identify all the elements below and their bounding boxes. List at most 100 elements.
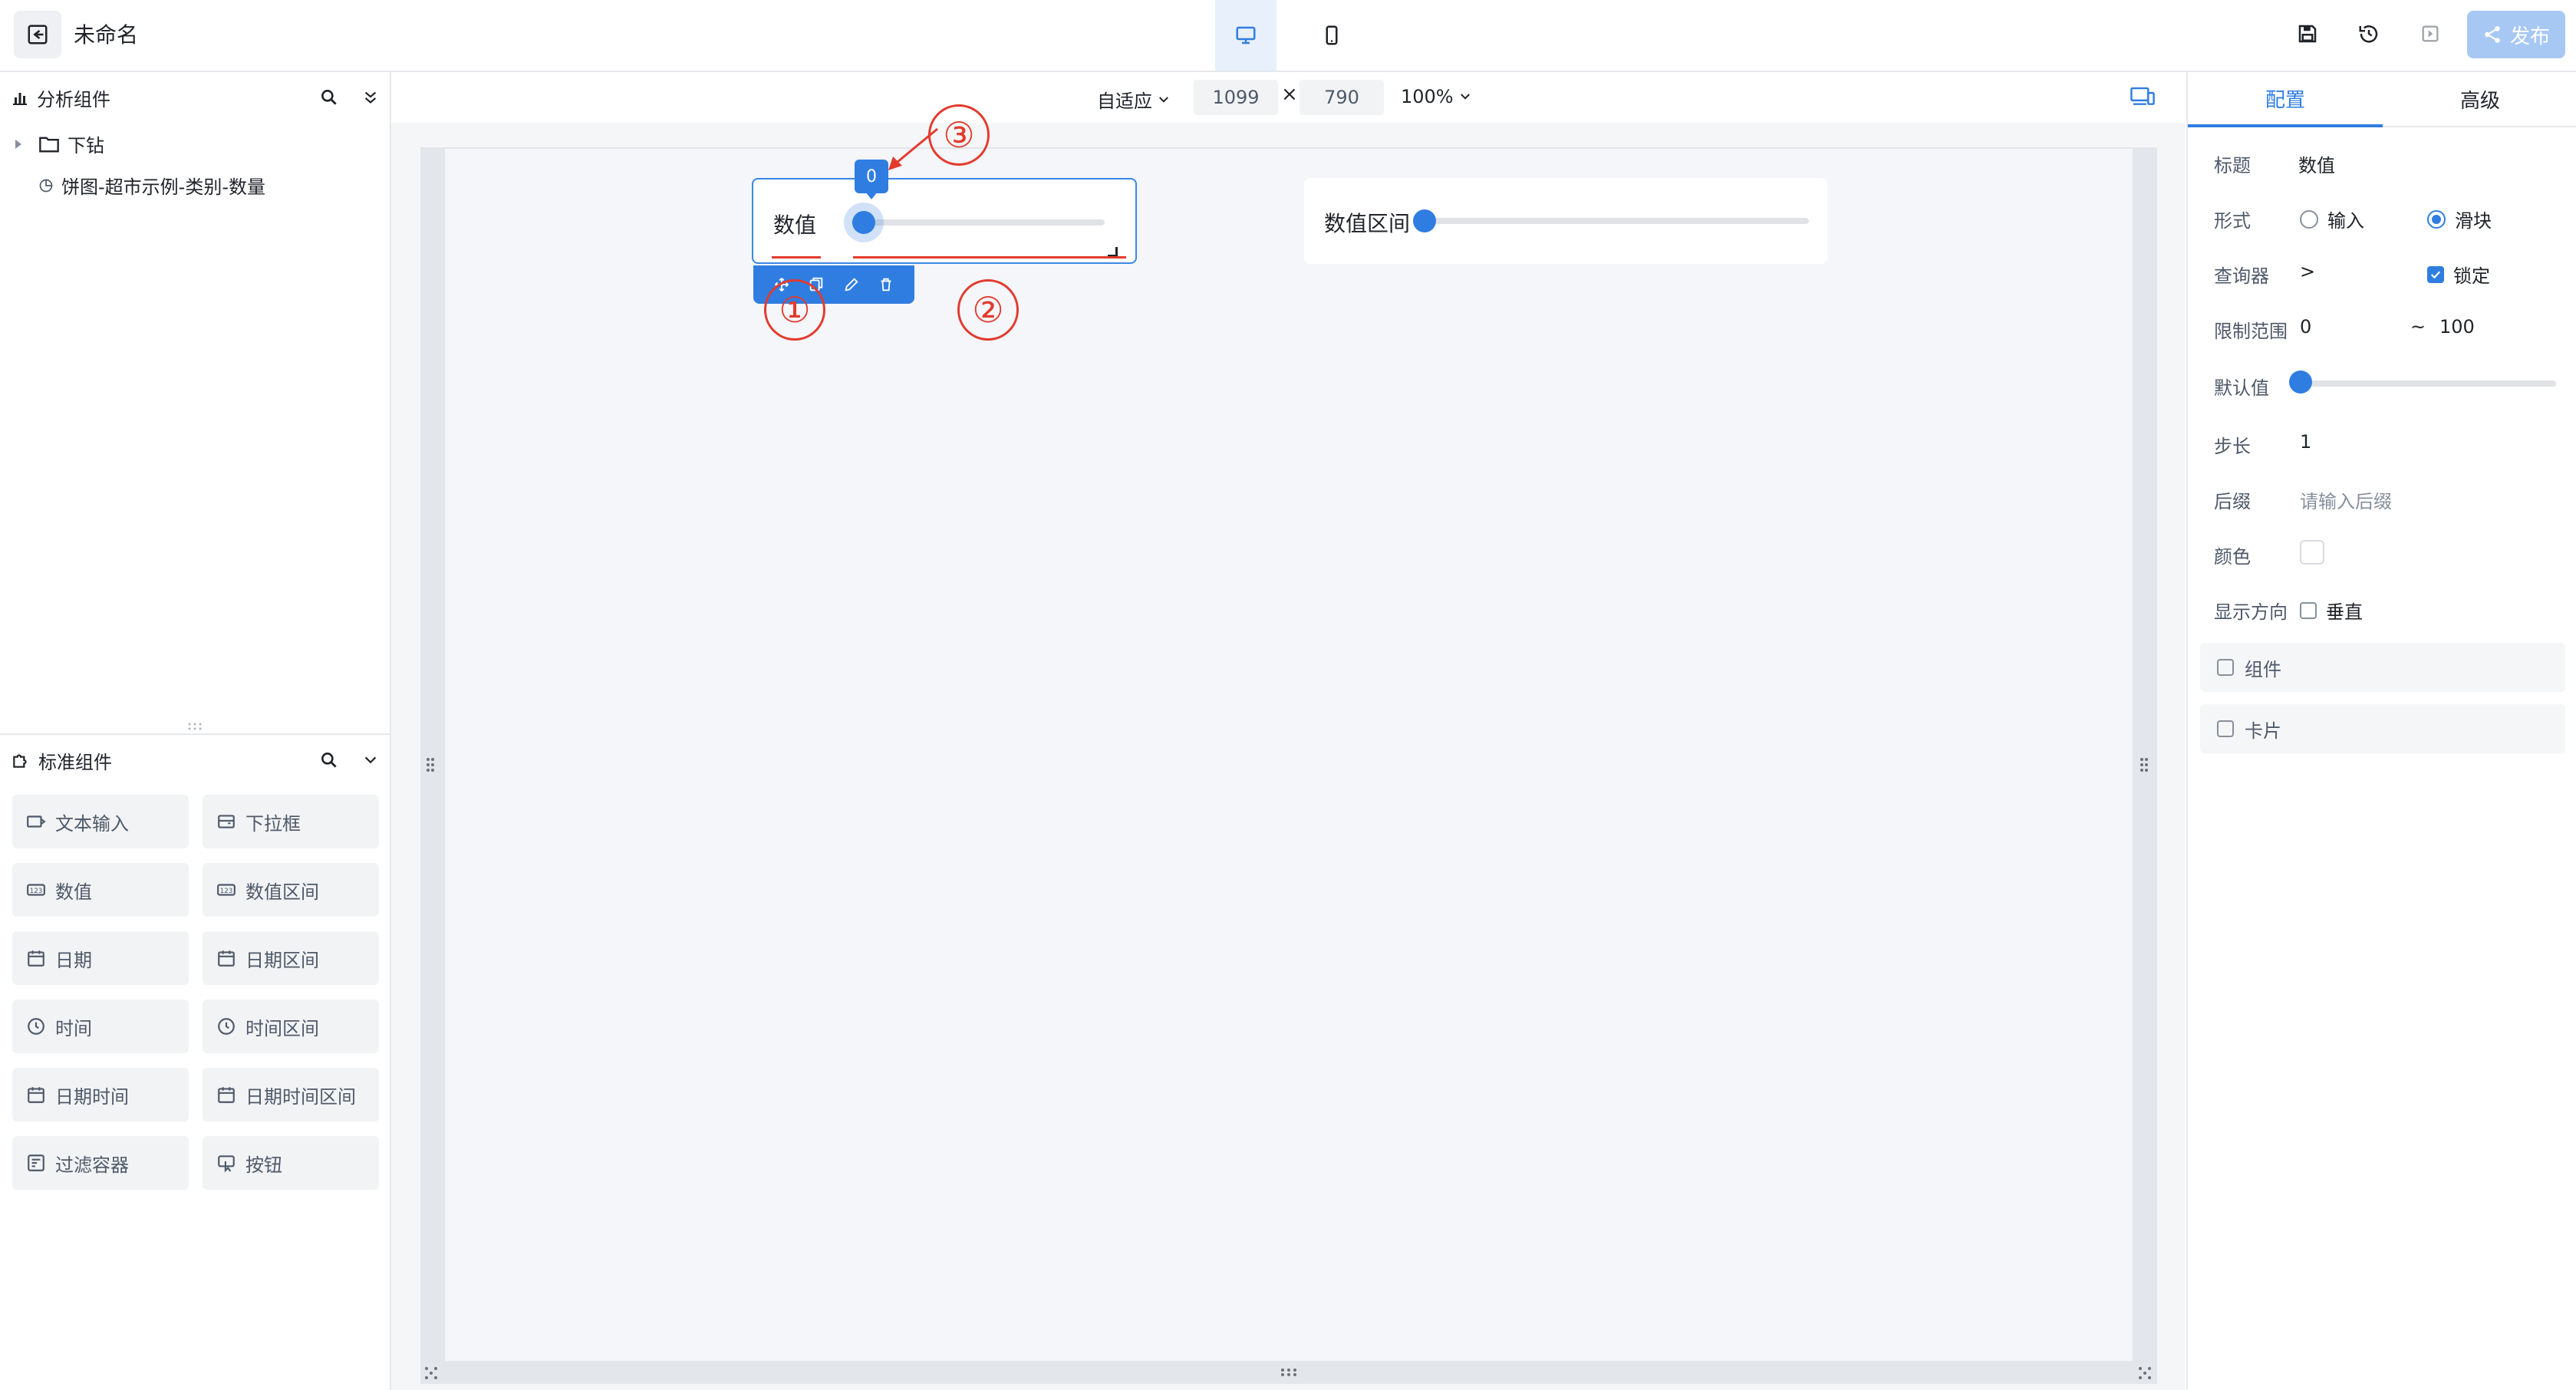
bottom-resize-handle[interactable] xyxy=(1280,1367,1298,1378)
preview-button[interactable] xyxy=(2407,11,2453,57)
save-icon xyxy=(2298,25,2317,43)
tab-advanced[interactable]: 高级 xyxy=(2383,72,2576,127)
component-clock-button[interactable]: 时间 xyxy=(12,1000,189,1053)
button-icon xyxy=(216,1153,236,1173)
standard-components-header: 标准组件 xyxy=(0,735,390,786)
component-filter-container-button[interactable]: 过滤容器 xyxy=(12,1136,189,1190)
radio-label: 输入 xyxy=(2327,210,2364,232)
color-picker[interactable] xyxy=(2300,540,2324,565)
save-button[interactable] xyxy=(2284,11,2331,57)
chevron-down-icon[interactable] xyxy=(362,752,379,769)
text-input-icon xyxy=(26,812,46,832)
prop-form-label: 形式 xyxy=(2214,210,2251,232)
tab-config[interactable]: 配置 xyxy=(2188,72,2383,127)
history-button[interactable] xyxy=(2346,11,2392,57)
mobile-view-button[interactable] xyxy=(1301,0,1362,71)
fit-mode-select[interactable]: 自适应 xyxy=(1097,86,1171,113)
times-sign: × xyxy=(1281,83,1298,106)
tree-folder-drilldown[interactable]: 下钻 xyxy=(12,130,104,157)
lock-checkbox[interactable]: 锁定 xyxy=(2427,261,2490,288)
query-operator-select[interactable]: > xyxy=(2300,261,2315,282)
group-label: 卡片 xyxy=(2245,720,2281,742)
corner-resize-handle-left[interactable] xyxy=(423,1365,439,1381)
group-component-row[interactable]: 组件 xyxy=(2200,643,2565,692)
fit-mode-value: 自适应 xyxy=(1097,91,1152,112)
analysis-components-title: 分析组件 xyxy=(37,88,110,110)
desktop-view-button[interactable] xyxy=(1215,0,1276,71)
component-number-button[interactable]: 123 数值 xyxy=(12,863,189,917)
component-clock-button[interactable]: 时间区间 xyxy=(203,1000,379,1053)
standard-search-icon[interactable] xyxy=(319,750,339,770)
component-label: 文本输入 xyxy=(55,812,129,835)
component-text-input-button[interactable]: 文本输入 xyxy=(12,795,189,848)
svg-text:123: 123 xyxy=(220,888,233,895)
component-number-range-button[interactable]: 123 数值区间 xyxy=(203,863,379,917)
number-range-widget[interactable]: 数值区间 xyxy=(1304,178,1827,264)
device-toggle-icon[interactable] xyxy=(2130,86,2156,107)
edit-icon[interactable] xyxy=(843,276,860,293)
component-dropdown-button[interactable]: 下拉框 xyxy=(203,795,379,848)
prop-default-label: 默认值 xyxy=(2214,377,2269,399)
document-title[interactable]: 未命名 xyxy=(74,18,138,49)
analysis-search-icon[interactable] xyxy=(319,87,339,107)
widget-label: 数值区间 xyxy=(1324,211,1411,236)
prop-query-label: 查询器 xyxy=(2214,265,2269,287)
range-track[interactable] xyxy=(1422,218,1809,224)
corner-resize-handle-right[interactable] xyxy=(2137,1365,2153,1381)
delete-icon[interactable] xyxy=(878,276,894,293)
annotation-underline-2 xyxy=(853,256,1126,259)
tooltip-arrow xyxy=(865,192,878,199)
component-label: 数值区间 xyxy=(245,881,319,903)
range-max-input[interactable]: 100 xyxy=(2439,316,2475,338)
component-label: 数值 xyxy=(55,881,92,903)
annotation-underline-1 xyxy=(772,256,821,259)
vertical-checkbox[interactable]: 垂直 xyxy=(2300,597,2363,624)
component-label: 日期区间 xyxy=(245,949,319,971)
share-icon xyxy=(2485,26,2500,43)
annotation-marker-1: ① xyxy=(764,279,825,341)
checkbox-unchecked xyxy=(2217,720,2234,737)
left-resize-handle[interactable] xyxy=(425,756,436,773)
component-label: 时间 xyxy=(55,1017,92,1039)
publish-button[interactable]: 发布 xyxy=(2467,11,2565,58)
range-min-input[interactable]: 0 xyxy=(2300,316,2311,338)
chevron-down-icon xyxy=(1460,94,1470,100)
form-radio-input[interactable]: 输入 xyxy=(2300,206,2364,232)
zoom-select[interactable]: 100% xyxy=(1401,86,1472,107)
standard-components-title: 标准组件 xyxy=(38,751,112,773)
checkbox-label: 锁定 xyxy=(2453,265,2490,287)
canvas-height-input[interactable]: 790 xyxy=(1300,80,1384,115)
number-slider-widget[interactable]: 数值 xyxy=(752,178,1137,264)
component-calendar-button[interactable]: 日期时间区间 xyxy=(203,1068,379,1122)
number-range-icon: 123 xyxy=(216,880,236,900)
prop-step-label: 步长 xyxy=(2214,436,2251,457)
annotation-arrow xyxy=(888,127,938,170)
component-label: 时间区间 xyxy=(245,1017,319,1039)
component-calendar-button[interactable]: 日期 xyxy=(12,931,189,985)
slider-track[interactable] xyxy=(852,219,1105,226)
step-input[interactable]: 1 xyxy=(2300,431,2311,453)
widget-label: 数值 xyxy=(773,212,817,238)
group-card-row[interactable]: 卡片 xyxy=(2200,704,2565,753)
collapse-all-icon[interactable] xyxy=(362,89,379,106)
caret-right-icon xyxy=(15,139,21,149)
standard-components-section: 标准组件 xyxy=(0,733,390,786)
component-calendar-button[interactable]: 日期时间 xyxy=(12,1068,189,1122)
component-calendar-button[interactable]: 日期区间 xyxy=(203,931,379,985)
range-thumb-min[interactable] xyxy=(1413,209,1436,232)
tree-item-pie-chart[interactable]: 饼图-超市示例-类别-数量 xyxy=(38,172,265,199)
default-slider-thumb[interactable] xyxy=(2289,371,2312,394)
back-button[interactable] xyxy=(14,11,61,58)
default-slider-track[interactable] xyxy=(2300,380,2556,387)
form-radio-slider[interactable]: 滑块 xyxy=(2427,206,2492,232)
canvas-width-input[interactable]: 1099 xyxy=(1194,80,1278,115)
component-label: 日期时间 xyxy=(55,1085,129,1108)
right-resize-handle[interactable] xyxy=(2139,756,2149,773)
component-button-button[interactable]: 按钮 xyxy=(203,1136,379,1190)
component-label: 日期 xyxy=(55,949,92,971)
panel-resize-handle[interactable] xyxy=(187,723,203,730)
suffix-input[interactable]: 请输入后缀 xyxy=(2300,486,2392,513)
slider-thumb[interactable] xyxy=(852,211,875,234)
prop-title-input[interactable]: 数值 xyxy=(2298,150,2335,177)
radio-checked xyxy=(2427,209,2446,229)
